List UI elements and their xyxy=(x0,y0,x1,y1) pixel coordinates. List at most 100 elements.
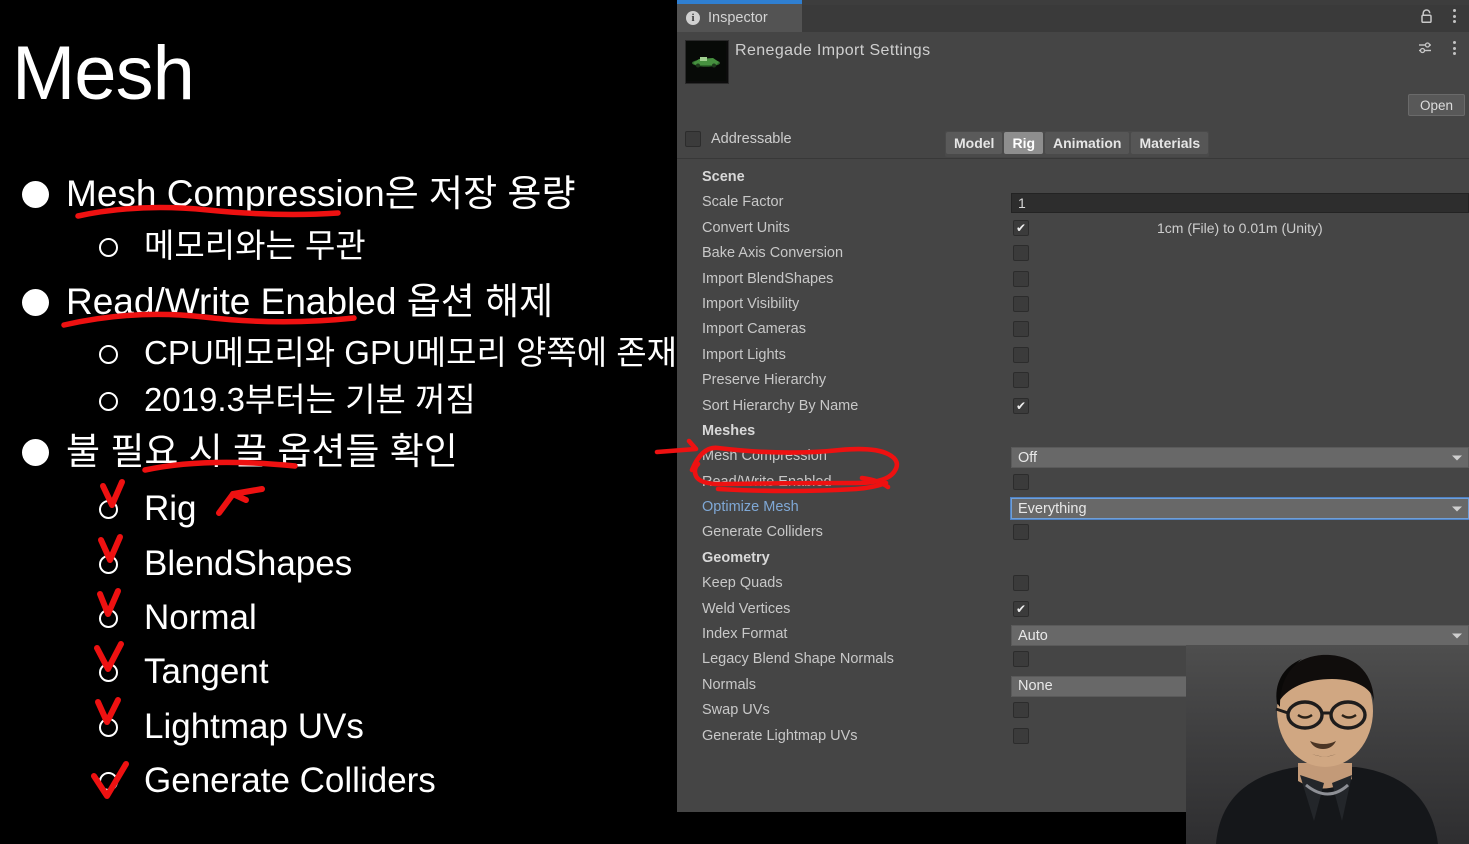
tab-inspector[interactable]: i Inspector xyxy=(677,4,802,32)
bullet-item-1: Mesh Compression은 저장 용량 xyxy=(22,172,576,216)
property-row-import-lights: Import Lights xyxy=(677,344,1469,369)
dropdown-index-format[interactable]: Auto xyxy=(1011,625,1469,647)
dropdown-optimize-mesh[interactable]: Everything xyxy=(1010,497,1469,521)
input-scale-factor[interactable]: 1 xyxy=(1011,193,1469,214)
section-header-label: Geometry xyxy=(702,549,770,566)
inspector-header: Renegade Import Settings Open xyxy=(677,32,1469,122)
bullet-text: Read/Write Enabled 옵션 해제 xyxy=(66,281,554,322)
property-row-mesh-compression: Mesh Compression Off xyxy=(677,445,1469,470)
bullet-dot-hollow xyxy=(99,345,118,364)
property-label: Swap UVs xyxy=(702,702,770,719)
bullet-dot-hollow xyxy=(99,392,118,411)
addressable-checkbox[interactable] xyxy=(685,131,701,147)
section-header-geometry: Geometry xyxy=(677,547,1469,572)
property-label: Optimize Mesh xyxy=(702,499,799,516)
addressable-label: Addressable xyxy=(711,131,792,147)
bullet-text: Generate Colliders xyxy=(144,761,436,800)
bullet-dot-hollow xyxy=(99,663,118,682)
checkbox-preserve-hierarchy[interactable] xyxy=(1013,372,1029,389)
property-label: Import Cameras xyxy=(702,321,806,338)
chevron-down-icon xyxy=(1452,506,1462,512)
bullet-dot-hollow xyxy=(99,772,118,791)
checkbox-import-blendshapes[interactable] xyxy=(1013,270,1029,287)
kebab-menu-icon-header[interactable] xyxy=(1453,41,1456,58)
bullet-item-10: Tangent xyxy=(99,651,269,693)
bullet-text: BlendShapes xyxy=(144,544,353,583)
section-header-label: Meshes xyxy=(702,422,756,439)
property-row-import-visibility: Import Visibility xyxy=(677,293,1469,318)
checkbox-weld-vertices[interactable] xyxy=(1013,600,1029,617)
property-row-sort-hierarchy-by-name: Sort Hierarchy By Name xyxy=(677,395,1469,420)
bullet-text: 메모리와는 무관 xyxy=(144,227,366,264)
property-row-import-cameras: Import Cameras xyxy=(677,318,1469,343)
presenter-figure xyxy=(1216,654,1438,844)
section-header-scene: Scene xyxy=(677,166,1469,191)
presenter-webcam xyxy=(1186,645,1469,844)
property-label: Weld Vertices xyxy=(702,600,791,617)
dropdown-value: Everything xyxy=(1018,500,1087,517)
bullet-text: 불 필요 시 끌 옵션들 확인 xyxy=(66,431,458,472)
property-label: Convert Units xyxy=(702,219,790,236)
bullet-item-5: 2019.3부터는 기본 꺼짐 xyxy=(99,380,476,420)
page-title: Mesh xyxy=(12,31,195,116)
chevron-down-icon xyxy=(1452,633,1462,639)
property-label: Import Visibility xyxy=(702,295,800,312)
bullet-dot-hollow xyxy=(99,718,118,737)
property-label: Scale Factor xyxy=(702,194,784,211)
tab-materials[interactable]: Materials xyxy=(1131,132,1209,154)
bullet-dot-filled xyxy=(22,181,49,208)
property-label: Normals xyxy=(702,676,756,693)
property-row-keep-quads: Keep Quads xyxy=(677,572,1469,597)
checkbox-bake-axis-conversion[interactable] xyxy=(1013,245,1029,262)
property-label: Legacy Blend Shape Normals xyxy=(702,651,894,668)
dropdown-mesh-compression[interactable]: Off xyxy=(1011,447,1469,469)
checkbox-swap-uvs[interactable] xyxy=(1013,702,1029,719)
property-row-optimize-mesh: Optimize Mesh Everything xyxy=(677,496,1469,521)
property-label: Keep Quads xyxy=(702,575,783,592)
checkbox-keep-quads[interactable] xyxy=(1013,575,1029,592)
property-row-bake-axis-conversion: Bake Axis Conversion xyxy=(677,242,1469,267)
checkbox-import-lights[interactable] xyxy=(1013,346,1029,363)
property-row-preserve-hierarchy: Preserve Hierarchy xyxy=(677,369,1469,394)
checkbox-import-cameras[interactable] xyxy=(1013,321,1029,338)
section-header-meshes: Meshes xyxy=(677,420,1469,445)
property-row-convert-units: Convert Units 1cm (File) to 0.01m (Unity) xyxy=(677,217,1469,242)
property-row-generate-colliders: Generate Colliders xyxy=(677,521,1469,546)
bullet-item-2: 메모리와는 무관 xyxy=(99,226,366,266)
lock-icon[interactable] xyxy=(1420,9,1433,24)
tab-animation[interactable]: Animation xyxy=(1045,132,1130,154)
dropdown-value: Off xyxy=(1018,449,1038,466)
bullet-text: Mesh Compression은 저장 용량 xyxy=(66,173,576,214)
tab-rig[interactable]: Rig xyxy=(1004,132,1044,154)
property-row-read-write-enabled: Read/Write Enabled xyxy=(677,471,1469,496)
tab-model[interactable]: Model xyxy=(946,132,1003,154)
bullet-item-6: 불 필요 시 끌 옵션들 확인 xyxy=(22,430,458,474)
bullet-dot-hollow xyxy=(99,609,118,628)
checkbox-legacy-blend-shape-normals[interactable] xyxy=(1013,651,1029,668)
bullet-item-3: Read/Write Enabled 옵션 해제 xyxy=(22,280,553,324)
checkbox-import-visibility[interactable] xyxy=(1013,295,1029,312)
checkbox-convert-units[interactable] xyxy=(1013,219,1029,236)
dropdown-value: None xyxy=(1018,678,1053,695)
kebab-menu-icon[interactable] xyxy=(1453,9,1456,26)
bullet-item-11: Lightmap UVs xyxy=(99,706,364,748)
property-label: Read/Write Enabled xyxy=(702,473,832,490)
bullet-text: CPU메모리와 GPU메모리 양쪽에 존재 xyxy=(144,334,677,371)
preset-settings-icon[interactable] xyxy=(1418,41,1433,61)
checkbox-generate-lightmap-uvs[interactable] xyxy=(1013,727,1029,744)
property-row-scale-factor: Scale Factor 1 xyxy=(677,191,1469,216)
property-label: Bake Axis Conversion xyxy=(702,245,844,262)
property-label: Generate Lightmap UVs xyxy=(702,727,858,744)
import-settings-tabs: Model Rig Animation Materials xyxy=(945,131,1210,157)
bullet-item-9: Normal xyxy=(99,597,257,639)
bullet-dot-hollow xyxy=(99,238,118,257)
property-label: Preserve Hierarchy xyxy=(702,372,827,389)
asset-title: Renegade Import Settings xyxy=(735,42,931,59)
property-note: 1cm (File) to 0.01m (Unity) xyxy=(1157,219,1323,236)
checkbox-generate-colliders[interactable] xyxy=(1013,524,1029,541)
property-label: Mesh Compression xyxy=(702,448,827,465)
checkbox-sort-hierarchy-by-name[interactable] xyxy=(1013,397,1029,414)
open-button[interactable]: Open xyxy=(1407,94,1465,116)
checkbox-read-write-enabled[interactable] xyxy=(1013,473,1029,490)
presentation-slide: Mesh Mesh Compression은 저장 용량 메모리와는 무관 Re… xyxy=(0,0,677,844)
